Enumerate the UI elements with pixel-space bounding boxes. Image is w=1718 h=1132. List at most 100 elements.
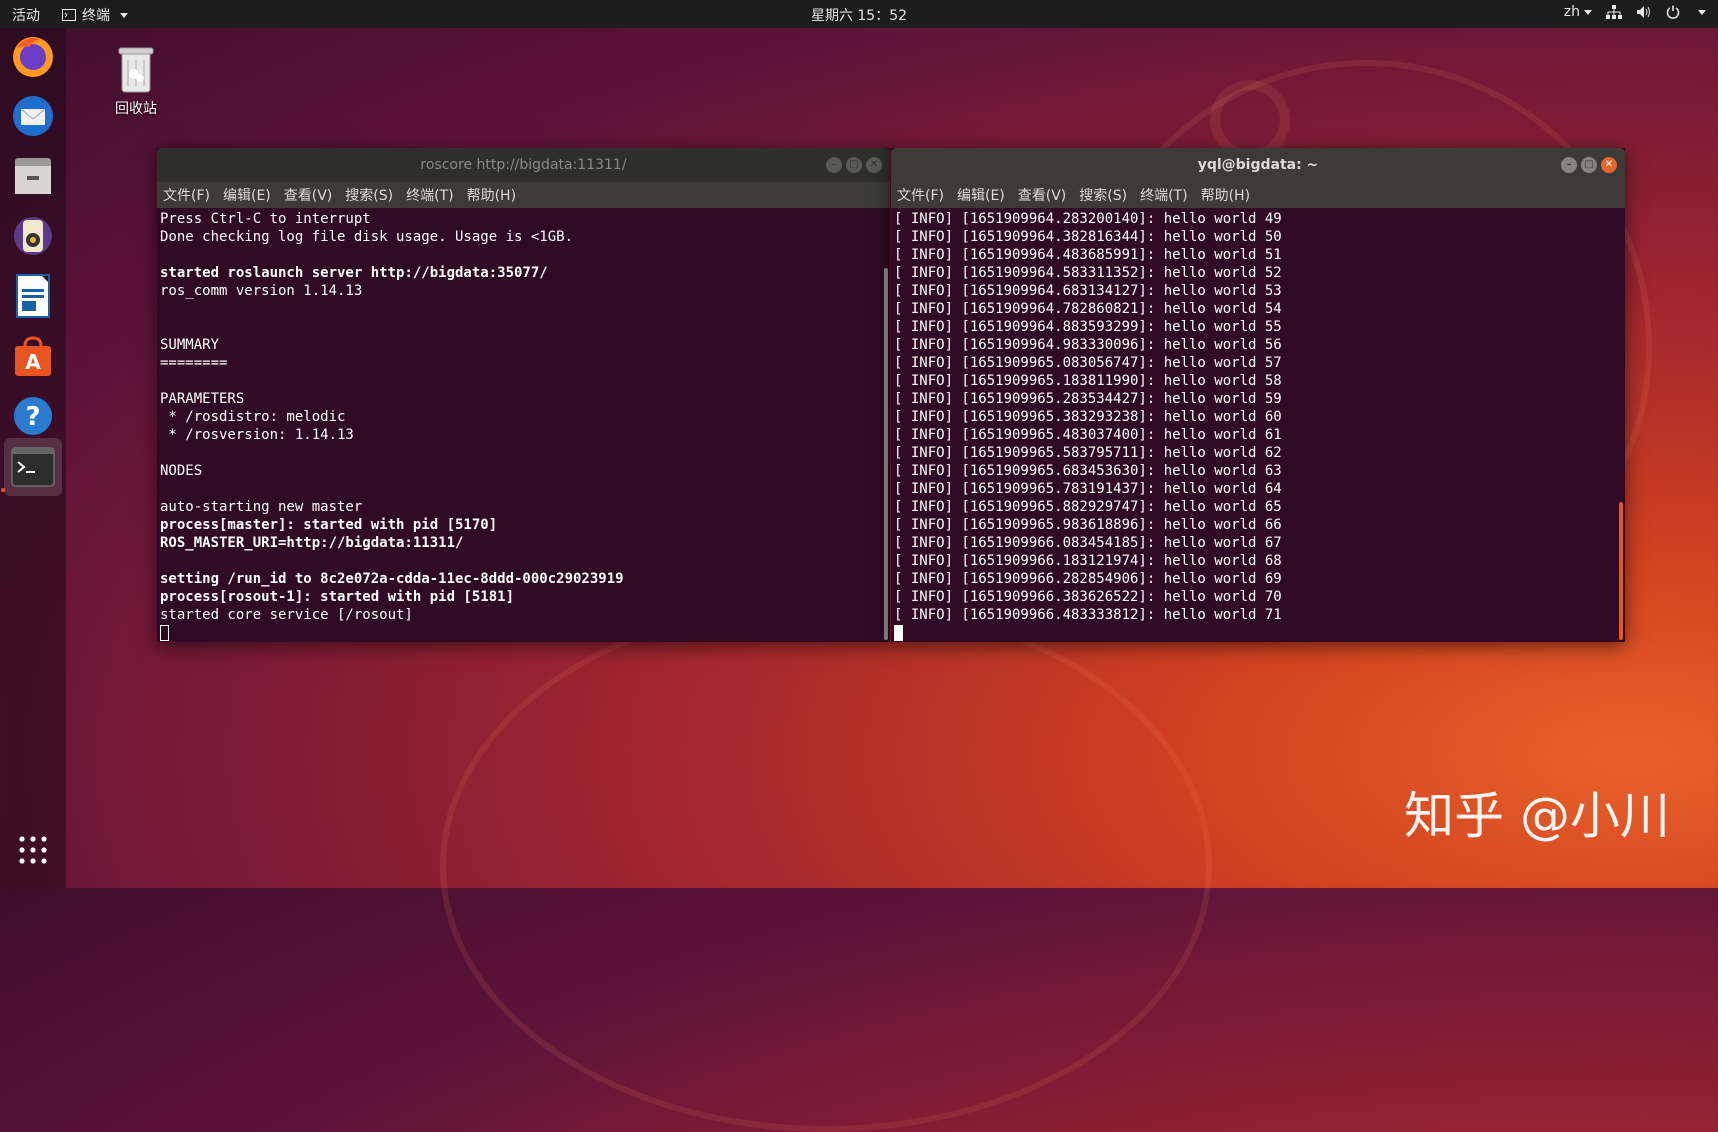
svg-text:?: ? [25, 402, 40, 432]
terminal-line: [ INFO] [1651909965.983618896]: hello wo… [894, 517, 1282, 533]
maximize-button[interactable]: □ [846, 157, 862, 173]
menu-terminal[interactable]: 终端(T) [1140, 185, 1187, 205]
firefox-icon[interactable] [9, 32, 57, 80]
menu-search[interactable]: 搜索(S) [1079, 185, 1127, 205]
clock[interactable]: 星期六 15：52 [811, 8, 907, 24]
app-menu-label: 终端 [82, 8, 110, 24]
activities-button[interactable]: 活动 [12, 5, 40, 25]
window-menubar: 文件(F) 编辑(E) 查看(V) 搜索(S) 终端(T) 帮助(H) [891, 182, 1625, 208]
terminal-line: Done checking log file disk usage. Usage… [160, 229, 574, 245]
terminal-icon[interactable] [4, 438, 62, 496]
terminal-line: ======== [160, 355, 228, 371]
terminal-line: [ INFO] [1651909964.382816344]: hello wo… [894, 229, 1282, 245]
maximize-button[interactable]: □ [1581, 157, 1597, 173]
menu-help[interactable]: 帮助(H) [1201, 185, 1250, 205]
trash-label: 回收站 [115, 101, 157, 117]
terminal-line: auto-starting new master [160, 499, 363, 515]
terminal-line: [ INFO] [1651909965.383293238]: hello wo… [894, 409, 1282, 425]
terminal-line: NODES [160, 463, 203, 479]
terminal-line: [ INFO] [1651909965.083056747]: hello wo… [894, 355, 1282, 371]
minimize-button[interactable]: – [1561, 157, 1577, 173]
menu-edit[interactable]: 编辑(E) [223, 185, 271, 205]
window-titlebar[interactable]: yql@bigdata: ~ – □ ✕ [891, 148, 1625, 182]
terminal-line: [ INFO] [1651909965.683453630]: hello wo… [894, 463, 1282, 479]
scrollbar[interactable] [884, 268, 888, 640]
minimize-button[interactable]: – [826, 157, 842, 173]
terminal-line: [ INFO] [1651909966.483333812]: hello wo… [894, 607, 1282, 623]
menu-file[interactable]: 文件(F) [897, 185, 944, 205]
show-applications-icon[interactable] [11, 828, 55, 872]
software-icon[interactable]: A [9, 332, 57, 380]
window-title: roscore http://bigdata:11311/ [420, 157, 627, 173]
help-icon[interactable]: ? [9, 392, 57, 440]
terminal-line: * /rosversion: 1.14.13 [160, 427, 354, 443]
network-icon[interactable] [1606, 5, 1622, 19]
terminal-line: [ INFO] [1651909964.782860821]: hello wo… [894, 301, 1282, 317]
terminal-line: [ INFO] [1651909964.483685991]: hello wo… [894, 247, 1282, 263]
system-menu-chevron-icon[interactable] [1698, 9, 1706, 15]
volume-icon[interactable] [1636, 5, 1652, 19]
wallpaper-ring [440, 600, 1212, 1132]
terminal-line: process[master]: started with pid [5170] [160, 517, 498, 533]
close-button[interactable]: ✕ [866, 157, 882, 173]
terminal-output[interactable]: Press Ctrl-C to interrupt Done checking l… [157, 208, 890, 642]
app-menu[interactable]: 终端 [62, 5, 128, 25]
terminal-line: [ INFO] [1651909964.283200140]: hello wo… [894, 211, 1282, 227]
thunderbird-icon[interactable] [9, 92, 57, 140]
terminal-window-shell[interactable]: yql@bigdata: ~ – □ ✕ 文件(F) 编辑(E) 查看(V) 搜… [891, 148, 1625, 642]
window-menubar: 文件(F) 编辑(E) 查看(V) 搜索(S) 终端(T) 帮助(H) [157, 182, 890, 208]
trash-desktop-icon[interactable]: 回收站 [104, 44, 168, 118]
terminal-line: ros_comm version 1.14.13 [160, 283, 363, 299]
terminal-line: SUMMARY [160, 337, 220, 353]
terminal-line: [ INFO] [1651909965.483037400]: hello wo… [894, 427, 1282, 443]
terminal-line: [ INFO] [1651909964.583311352]: hello wo… [894, 265, 1282, 281]
window-title: yql@bigdata: ~ [1197, 157, 1319, 173]
menu-terminal[interactable]: 终端(T) [406, 185, 453, 205]
terminal-line: started core service [/rosout] [160, 607, 413, 623]
terminal-line: [ INFO] [1651909965.283534427]: hello wo… [894, 391, 1282, 407]
close-button[interactable]: ✕ [1601, 157, 1617, 173]
terminal-window-roscore[interactable]: roscore http://bigdata:11311/ – □ ✕ 文件(F… [157, 148, 890, 642]
terminal-line: [ INFO] [1651909966.083454185]: hello wo… [894, 535, 1282, 551]
clock-container: 星期六 15：52 [0, 5, 1718, 25]
terminal-line: [ INFO] [1651909966.183121974]: hello wo… [894, 553, 1282, 569]
window-controls: – □ ✕ [826, 157, 882, 173]
menu-edit[interactable]: 编辑(E) [957, 185, 1005, 205]
terminal-line: [ INFO] [1651909965.183811990]: hello wo… [894, 373, 1282, 389]
terminal-output[interactable]: [ INFO] [1651909964.283200140]: hello wo… [891, 208, 1625, 642]
files-icon[interactable] [9, 152, 57, 200]
terminal-cursor [160, 624, 890, 642]
terminal-line: ROS_MASTER_URI=http://bigdata:11311/ [160, 535, 464, 551]
terminal-line: process[rosout-1]: started with pid [518… [160, 589, 515, 605]
system-tray: zh [1564, 4, 1706, 20]
terminal-line: * /rosdistro: melodic [160, 409, 346, 425]
terminal-line: [ INFO] [1651909965.783191437]: hello wo… [894, 481, 1282, 497]
power-icon[interactable] [1666, 5, 1680, 19]
scrollbar[interactable] [1619, 502, 1623, 640]
window-controls: – □ ✕ [1561, 157, 1617, 173]
terminal-line: [ INFO] [1651909965.583795711]: hello wo… [894, 445, 1282, 461]
trash-icon [118, 47, 154, 93]
menu-view[interactable]: 查看(V) [284, 185, 333, 205]
terminal-small-icon [62, 9, 76, 21]
window-titlebar[interactable]: roscore http://bigdata:11311/ – □ ✕ [157, 148, 890, 182]
menu-help[interactable]: 帮助(H) [467, 185, 516, 205]
svg-text:A: A [25, 350, 41, 374]
top-bar: 活动 终端 星期六 15：52 zh [0, 0, 1718, 28]
terminal-line: [ INFO] [1651909965.882929747]: hello wo… [894, 499, 1282, 515]
rhythmbox-icon[interactable] [9, 212, 57, 260]
terminal-line: PARAMETERS [160, 391, 245, 407]
menu-file[interactable]: 文件(F) [163, 185, 210, 205]
terminal-cursor [894, 624, 1625, 642]
writer-icon[interactable] [9, 272, 57, 320]
menu-view[interactable]: 查看(V) [1018, 185, 1067, 205]
input-method-indicator[interactable]: zh [1564, 4, 1592, 20]
menu-search[interactable]: 搜索(S) [345, 185, 393, 205]
